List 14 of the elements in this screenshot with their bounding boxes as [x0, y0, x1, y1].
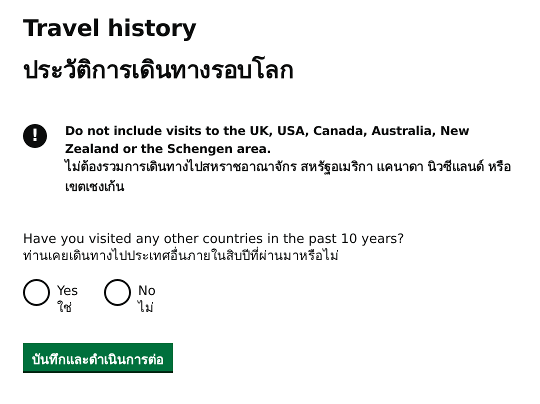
radio-label[interactable]: No — [138, 283, 156, 300]
radio-translation[interactable]: ใช่ — [57, 300, 78, 317]
radio-button[interactable] — [23, 279, 50, 306]
warning-translation: ไม่ต้องรวมการเดินทางไปสหราชอาณาจักร สหรัฐอเมริกา แคนาดา นิวซีแลนด์ หรือเขตเชงเก้น — [65, 158, 512, 197]
radio-translation[interactable]: ไม่ — [138, 300, 156, 317]
radio-button[interactable] — [104, 279, 131, 306]
page-subtitle: ประวัติการเดินทางรอบโลก — [23, 54, 296, 86]
page-title: Travel history — [23, 15, 198, 44]
continue-button[interactable]: บันทึกและดำเนินการต่อ — [23, 343, 173, 371]
question-translation: ท่านเคยเดินทางไปประเทศอื่นภายในสิบปีที่ผ่านมาหรือไม่ — [23, 248, 517, 265]
warning-text: Do not include visits to the UK, USA, Canada, Australia, New Zealand or the Schengen area. — [65, 123, 470, 158]
warning-icon: ! — [23, 124, 47, 148]
question-label: Have you visited any other countries in the past 10 years? — [23, 231, 406, 247]
radio-label[interactable]: Yes — [57, 283, 78, 300]
